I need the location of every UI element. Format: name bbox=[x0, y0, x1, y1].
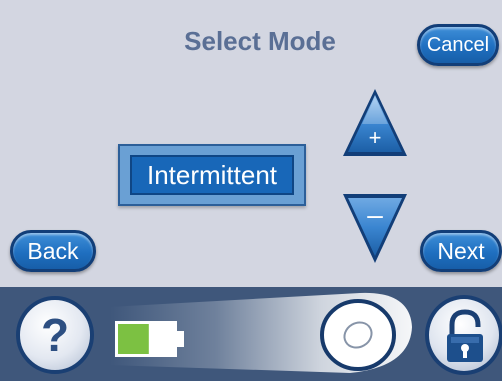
decrease-button[interactable]: – bbox=[340, 190, 410, 266]
back-button[interactable]: Back bbox=[10, 230, 96, 272]
battery-fill bbox=[118, 324, 149, 354]
increase-button[interactable]: + bbox=[340, 86, 410, 160]
slider-knob-icon bbox=[320, 299, 396, 371]
top-panel: Select Mode Cancel Intermittent + – Back… bbox=[0, 0, 502, 287]
status-bar: ? bbox=[0, 287, 502, 381]
up-arrow-icon: + bbox=[343, 89, 407, 156]
battery-indicator bbox=[114, 320, 186, 358]
help-button[interactable]: ? bbox=[16, 296, 94, 374]
next-button[interactable]: Next bbox=[420, 230, 502, 272]
battery-icon bbox=[115, 321, 184, 357]
mode-select-screen: Select Mode Cancel Intermittent + – Back… bbox=[0, 0, 502, 381]
cancel-button[interactable]: Cancel bbox=[417, 24, 499, 66]
lock-icon bbox=[447, 309, 483, 362]
slider-knob[interactable] bbox=[318, 297, 398, 373]
lock-button[interactable] bbox=[425, 295, 502, 375]
decrease-symbol: – bbox=[367, 199, 383, 230]
down-arrow-icon: – bbox=[343, 194, 407, 263]
mode-value: Intermittent bbox=[130, 155, 294, 195]
increase-symbol: + bbox=[369, 125, 382, 150]
mode-display: Intermittent bbox=[118, 144, 306, 206]
